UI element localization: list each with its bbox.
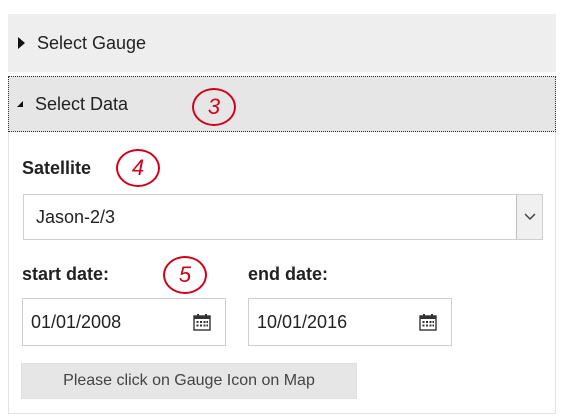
satellite-label: Satellite: [22, 158, 92, 178]
dropdown-button[interactable]: [516, 195, 542, 239]
start-date-value: 01/01/2008: [31, 311, 122, 332]
satellite-select[interactable]: Jason-2/3: [23, 194, 543, 240]
end-date-label: end date:: [248, 264, 329, 284]
side-panel: Select Gauge Select Data Satellite Jason…: [8, 6, 556, 414]
select-data-body: Satellite Jason-2/3 start date: end date…: [8, 132, 556, 414]
satellite-selected-value: Jason-2/3: [36, 206, 116, 227]
select-data-label: Select Data: [35, 93, 129, 114]
start-date-label: start date:: [22, 264, 110, 284]
start-date-input[interactable]: 01/01/2008: [22, 298, 226, 346]
caret-down-icon: [17, 101, 23, 107]
select-data-header[interactable]: Select Data: [8, 76, 556, 132]
select-gauge-header[interactable]: Select Gauge: [8, 14, 556, 72]
select-gauge-label: Select Gauge: [37, 32, 147, 53]
calendar-icon[interactable]: [419, 313, 437, 331]
annotation-marker-4: 4: [116, 149, 160, 187]
annotation-marker-5: 5: [163, 256, 207, 294]
chevron-down-icon: [523, 213, 536, 221]
end-date-value: 10/01/2016: [257, 311, 348, 332]
calendar-icon[interactable]: [193, 313, 211, 331]
caret-right-icon: [18, 37, 25, 49]
end-date-input[interactable]: 10/01/2016: [248, 298, 452, 346]
gauge-instruction-button[interactable]: Please click on Gauge Icon on Map: [21, 363, 357, 399]
annotation-marker-3: 3: [192, 88, 236, 126]
